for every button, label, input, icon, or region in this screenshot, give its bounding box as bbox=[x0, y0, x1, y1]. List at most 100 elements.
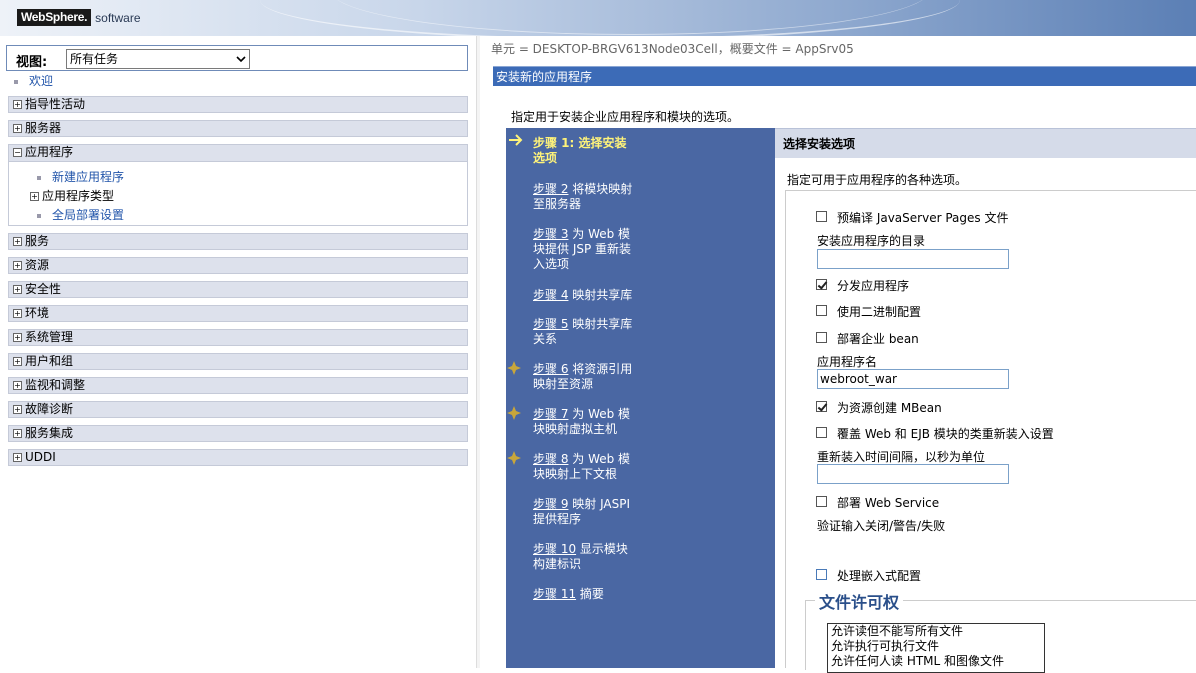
logo-software: software bbox=[95, 10, 141, 25]
step-text: 选项 bbox=[533, 151, 558, 165]
nav-category-troubleshooting[interactable]: + 故障诊断 bbox=[8, 401, 468, 418]
embedded-config-checkbox[interactable] bbox=[816, 569, 827, 580]
expand-icon: + bbox=[30, 192, 39, 201]
step-text: 将模块映射 bbox=[568, 182, 633, 196]
bullet-icon bbox=[37, 213, 41, 218]
deploy-ejb-checkbox[interactable] bbox=[816, 332, 827, 343]
nav-item-label: 新建应用程序 bbox=[52, 170, 125, 184]
expand-icon: + bbox=[13, 333, 22, 342]
deploy-webservice-checkbox[interactable] bbox=[816, 496, 827, 507]
step-link[interactable]: 步骤 3 bbox=[533, 227, 568, 241]
step-text: 关系 bbox=[533, 332, 558, 346]
nav-category-label: 应用程序 bbox=[25, 145, 74, 159]
override-reload-checkbox[interactable] bbox=[816, 427, 827, 438]
bullet-icon bbox=[37, 175, 41, 180]
wizard-step-4[interactable]: 步骤 4 映射共享库 bbox=[533, 288, 663, 303]
nav-category-label: 用户和组 bbox=[25, 354, 74, 368]
wizard-step-11[interactable]: 步骤 11 摘要 bbox=[533, 587, 663, 602]
nav-category-uddi[interactable]: + UDDI bbox=[8, 449, 468, 466]
expand-icon: + bbox=[13, 429, 22, 438]
required-step-icon bbox=[507, 361, 521, 375]
nav-category-monitoring[interactable]: + 监视和调整 bbox=[8, 377, 468, 394]
nav-item-application-types[interactable]: + 应用程序类型 bbox=[30, 187, 114, 204]
nav-item-new-application[interactable]: 新建应用程序 bbox=[37, 168, 124, 185]
binary-config-checkbox[interactable] bbox=[816, 305, 827, 316]
step-text: 块映射上下文根 bbox=[533, 467, 618, 481]
wizard-step-1: 步骤 1: 选择安装 选项 bbox=[533, 136, 663, 166]
step-link[interactable]: 步骤 9 bbox=[533, 497, 568, 511]
step-link[interactable]: 步骤 5 bbox=[533, 317, 568, 331]
step-text: 至服务器 bbox=[533, 197, 582, 211]
file-permission-list[interactable]: 允许读但不能写所有文件 允许执行可执行文件 允许任何人读 HTML 和图像文件 bbox=[827, 623, 1045, 673]
form-header: 选择安装选项 bbox=[775, 128, 1196, 158]
step-text: 为 Web 模 bbox=[568, 227, 631, 241]
websphere-logo: WebSphere. software bbox=[17, 9, 141, 26]
bullet-icon bbox=[14, 79, 18, 84]
nav-category-servers[interactable]: + 服务器 bbox=[8, 120, 468, 137]
step-link[interactable]: 步骤 11 bbox=[533, 587, 576, 601]
reload-interval-input[interactable] bbox=[817, 464, 1009, 484]
wizard-step-8[interactable]: 步骤 8 为 Web 模块映射上下文根 bbox=[533, 452, 663, 482]
list-item[interactable]: 允许执行可执行文件 bbox=[831, 639, 1044, 654]
nav-category-label: 系统管理 bbox=[25, 330, 74, 344]
nav-item-label: 应用程序类型 bbox=[42, 189, 115, 203]
create-mbean-checkbox[interactable] bbox=[816, 401, 827, 412]
expand-icon: + bbox=[13, 124, 22, 133]
nav-category-resources[interactable]: + 资源 bbox=[8, 257, 468, 274]
file-permission-legend: 文件许可权 bbox=[815, 589, 904, 613]
nav-category-users-groups[interactable]: + 用户和组 bbox=[8, 353, 468, 370]
embedded-config-label: 处理嵌入式配置 bbox=[837, 569, 922, 583]
expand-icon: + bbox=[13, 357, 22, 366]
wizard-step-6[interactable]: 步骤 6 将资源引用 映射至资源 bbox=[533, 362, 663, 392]
view-select[interactable]: 所有任务 bbox=[66, 49, 250, 69]
step-text: 块提供 JSP 重新装 bbox=[533, 242, 632, 256]
step-link[interactable]: 步骤 6 bbox=[533, 362, 568, 376]
wizard-step-7[interactable]: 步骤 7 为 Web 模块映射虚拟主机 bbox=[533, 407, 663, 437]
wizard-steps: 步骤 1: 选择安装 选项 步骤 2 将模块映射 至服务器 步骤 3 为 Web 模… bbox=[506, 128, 775, 668]
distribute-app-label: 分发应用程序 bbox=[837, 279, 910, 293]
step-text: 构建标识 bbox=[533, 557, 582, 571]
nav-category-services[interactable]: + 服务 bbox=[8, 233, 468, 250]
distribute-app-checkbox[interactable] bbox=[816, 279, 827, 290]
app-name-input[interactable]: webroot_war bbox=[817, 369, 1009, 389]
step-link[interactable]: 步骤 2 bbox=[533, 182, 568, 196]
nav-category-guided-activities[interactable]: + 指导性活动 bbox=[8, 96, 468, 113]
required-step-icon bbox=[507, 406, 521, 420]
wizard-step-2[interactable]: 步骤 2 将模块映射 至服务器 bbox=[533, 182, 663, 212]
step-link[interactable]: 步骤 4 bbox=[533, 288, 568, 302]
nav-category-system-admin[interactable]: + 系统管理 bbox=[8, 329, 468, 346]
wizard-step-9[interactable]: 步骤 9 映射 JASPI 提供程序 bbox=[533, 497, 663, 527]
step-text: 将资源引用 bbox=[568, 362, 633, 376]
install-dir-input[interactable] bbox=[817, 249, 1009, 269]
nav-item-global-deployment[interactable]: 全局部署设置 bbox=[37, 206, 124, 223]
nav-category-label: 资源 bbox=[25, 258, 50, 272]
list-item[interactable]: 允许读但不能写所有文件 bbox=[831, 624, 1044, 639]
wizard-step-3[interactable]: 步骤 3 为 Web 模块提供 JSP 重新装 入选项 bbox=[533, 227, 663, 272]
navigation-tree: 视图: 所有任务 欢迎 + 指导性活动 + 服务器 − 应用程序 新建应用程序 + 应用… bbox=[0, 36, 476, 668]
wizard-step-10[interactable]: 步骤 10 显示模块 构建标识 bbox=[533, 542, 663, 572]
install-dir-label: 安装应用程序的目录 bbox=[817, 234, 926, 248]
chevron-down-icon bbox=[236, 56, 246, 63]
nav-welcome[interactable]: 欢迎 bbox=[14, 72, 53, 89]
precompile-jsp-label: 预编译 JavaServer Pages 文件 bbox=[837, 211, 1009, 225]
nav-category-label: 监视和调整 bbox=[25, 378, 86, 392]
step-link[interactable]: 步骤 8 bbox=[533, 452, 568, 466]
step-title: 步骤 1: 选择安装 bbox=[533, 136, 627, 150]
deploy-webservice-label: 部署 Web Service bbox=[837, 496, 940, 510]
override-reload-label: 覆盖 Web 和 EJB 模块的类重新装入设置 bbox=[837, 427, 1054, 441]
expand-icon: + bbox=[13, 405, 22, 414]
step-link[interactable]: 步骤 10 bbox=[533, 542, 576, 556]
step-text: 映射共享库 bbox=[568, 288, 633, 302]
list-item[interactable]: 允许任何人读 HTML 和图像文件 bbox=[831, 654, 1044, 669]
breadcrumb: 单元 = DESKTOP-BRGV613Node03Cell，概要文件 = Ap… bbox=[491, 42, 854, 56]
nav-category-label: 安全性 bbox=[25, 282, 62, 296]
step-link[interactable]: 步骤 7 bbox=[533, 407, 568, 421]
nav-category-security[interactable]: + 安全性 bbox=[8, 281, 468, 298]
wizard-step-5[interactable]: 步骤 5 映射共享库 关系 bbox=[533, 317, 663, 347]
app-name-label: 应用程序名 bbox=[817, 355, 878, 369]
nav-category-service-integration[interactable]: + 服务集成 bbox=[8, 425, 468, 442]
create-mbean-label: 为资源创建 MBean bbox=[837, 401, 942, 415]
nav-category-environment[interactable]: + 环境 bbox=[8, 305, 468, 322]
precompile-jsp-checkbox[interactable] bbox=[816, 211, 827, 222]
nav-category-applications-header[interactable]: − 应用程序 bbox=[9, 145, 467, 162]
